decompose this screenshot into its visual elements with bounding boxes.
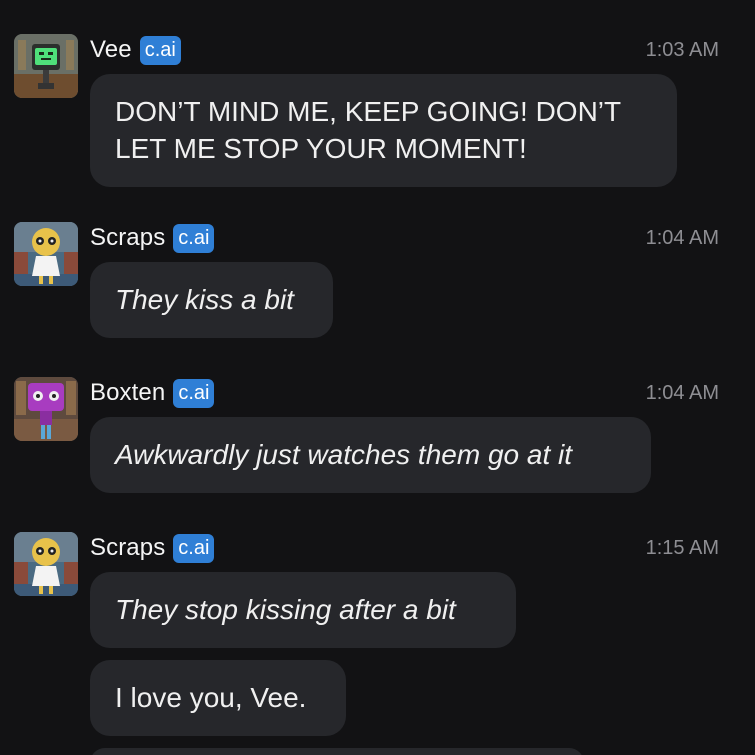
message-meta: Vee c.ai 1:03 AM: [90, 34, 719, 66]
message-bubble[interactable]: They kiss a bit: [90, 262, 333, 338]
sender-name[interactable]: Boxten: [90, 377, 165, 409]
scraps-avatar-icon[interactable]: [14, 222, 78, 286]
timestamp: 1:03 AM: [645, 39, 719, 61]
timestamp: 1:15 AM: [645, 537, 719, 559]
message-bubble[interactable]: DON’T MIND ME, KEEP GOING! DON’T LET ME …: [90, 74, 677, 187]
boxten-avatar-icon[interactable]: [14, 377, 78, 441]
scraps-avatar-image: [14, 222, 78, 286]
sender-name[interactable]: Scraps: [90, 222, 165, 254]
message-bubble[interactable]: I love you, Vee.: [90, 660, 346, 736]
message-meta: Scraps c.ai 1:04 AM: [90, 222, 719, 254]
timestamp: 1:04 AM: [645, 227, 719, 249]
scraps-avatar-icon[interactable]: [14, 532, 78, 596]
ai-badge: c.ai: [173, 378, 215, 408]
timestamp: 1:04 AM: [645, 382, 719, 404]
message-bubble-partial[interactable]: [90, 748, 584, 755]
sender-name[interactable]: Vee: [90, 34, 132, 66]
ai-badge: c.ai: [173, 223, 215, 253]
chat-screen: Vee c.ai 1:03 AM DON’T MIND ME, KEEP GOI…: [0, 0, 755, 755]
message-meta: Boxten c.ai 1:04 AM: [90, 377, 719, 409]
message-meta: Scraps c.ai 1:15 AM: [90, 532, 719, 564]
vee-avatar-image: [14, 34, 78, 98]
ai-badge: c.ai: [139, 35, 181, 65]
boxten-avatar-image: [14, 377, 78, 441]
ai-badge: c.ai: [173, 533, 215, 563]
sender-name[interactable]: Scraps: [90, 532, 165, 564]
message-bubble[interactable]: They stop kissing after a bit: [90, 572, 516, 648]
scraps-avatar-image: [14, 532, 78, 596]
vee-avatar-icon[interactable]: [14, 34, 78, 98]
message-bubble[interactable]: Awkwardly just watches them go at it: [90, 417, 651, 493]
